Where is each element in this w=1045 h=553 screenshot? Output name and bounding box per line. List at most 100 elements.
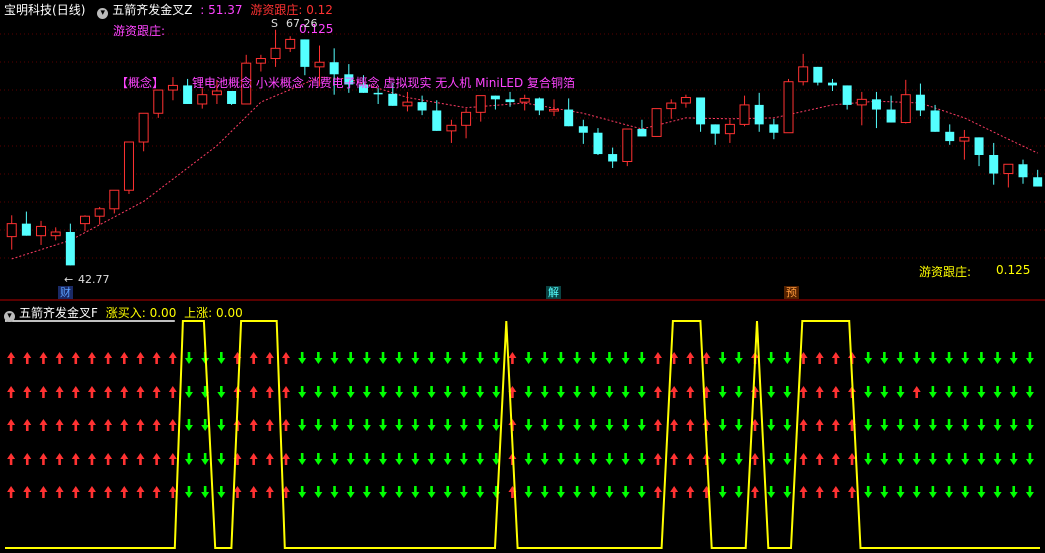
up-arrow-icon (265, 386, 274, 398)
up-arrow-icon (265, 419, 274, 431)
down-arrow-icon (718, 352, 727, 364)
candle-body-down (65, 231, 75, 266)
down-arrow-icon (864, 453, 873, 465)
down-arrow-icon (1025, 486, 1034, 498)
up-arrow-icon (799, 386, 808, 398)
down-arrow-icon (734, 386, 743, 398)
down-arrow-icon (443, 453, 452, 465)
down-arrow-icon (346, 352, 355, 364)
up-arrow-icon (249, 486, 258, 498)
down-arrow-icon (459, 386, 468, 398)
down-arrow-icon (896, 352, 905, 364)
down-arrow-icon (896, 419, 905, 431)
down-arrow-icon (896, 486, 905, 498)
down-arrow-icon (1009, 419, 1018, 431)
down-arrow-icon (411, 352, 420, 364)
candle-body-up (666, 102, 677, 110)
tag-finance[interactable]: 财 (58, 286, 73, 299)
up-arrow-icon (815, 453, 824, 465)
candle-body-up (211, 90, 222, 96)
down-arrow-icon (443, 419, 452, 431)
down-arrow-icon (411, 486, 420, 498)
down-arrow-icon (718, 386, 727, 398)
down-arrow-icon (945, 419, 954, 431)
down-arrow-icon (314, 386, 323, 398)
candle-body-down (754, 104, 764, 125)
up-arrow-icon (815, 352, 824, 364)
up-arrow-icon (7, 352, 16, 364)
chevron-down-icon[interactable]: ▾ (97, 8, 109, 19)
down-arrow-icon (379, 352, 388, 364)
sub-chart-header: ▾ 五箭齐发金叉F 涨买入: 0.00 上涨: 0.00 (4, 304, 247, 322)
candle-body-down (945, 131, 955, 142)
down-arrow-icon (912, 419, 921, 431)
candle-body-up (856, 98, 867, 106)
up-arrow-icon (136, 386, 145, 398)
down-arrow-icon (573, 352, 582, 364)
down-arrow-icon (880, 386, 889, 398)
down-arrow-icon (492, 486, 501, 498)
up-arrow-icon (152, 486, 161, 498)
down-arrow-icon (637, 419, 646, 431)
sub-indicator-name[interactable]: 五箭齐发金叉F (19, 306, 98, 320)
down-arrow-icon (492, 352, 501, 364)
up-arrow-icon (848, 453, 857, 465)
down-arrow-icon (912, 486, 921, 498)
up-arrow-icon (653, 352, 662, 364)
down-arrow-icon (217, 419, 226, 431)
candle-body-down (578, 126, 588, 133)
up-arrow-icon (831, 386, 840, 398)
tag-unlock[interactable]: 解 (546, 286, 561, 299)
down-arrow-icon (880, 419, 889, 431)
down-arrow-icon (217, 386, 226, 398)
down-arrow-icon (589, 386, 598, 398)
chevron-down-icon[interactable]: ▾ (4, 311, 15, 322)
down-arrow-icon (637, 486, 646, 498)
down-arrow-icon (427, 419, 436, 431)
down-arrow-icon (524, 419, 533, 431)
down-arrow-icon (476, 486, 485, 498)
down-arrow-icon (298, 419, 307, 431)
down-arrow-icon (524, 386, 533, 398)
down-arrow-icon (395, 386, 404, 398)
down-arrow-icon (589, 486, 598, 498)
down-arrow-icon (945, 486, 954, 498)
down-arrow-icon (346, 453, 355, 465)
up-arrow-icon (23, 352, 32, 364)
up-arrow-icon (750, 486, 759, 498)
down-arrow-icon (945, 386, 954, 398)
down-arrow-icon (184, 486, 193, 498)
main-indicator-name[interactable]: 五箭齐发金叉Z (112, 3, 192, 17)
candle-body-down (564, 109, 574, 127)
candle-body-down (989, 154, 999, 174)
down-arrow-icon (718, 486, 727, 498)
down-arrow-icon (1009, 453, 1018, 465)
candle-body-up (109, 189, 120, 210)
up-arrow-icon (104, 486, 113, 498)
down-arrow-icon (443, 352, 452, 364)
up-arrow-icon (282, 386, 291, 398)
down-arrow-icon (1009, 486, 1018, 498)
down-arrow-icon (379, 486, 388, 498)
tag-forecast[interactable]: 预 (784, 286, 799, 299)
down-arrow-icon (217, 453, 226, 465)
candle-body-up (94, 208, 105, 217)
up-arrow-icon (120, 419, 129, 431)
up-arrow-icon (136, 419, 145, 431)
up-arrow-icon (55, 453, 64, 465)
candle-body-down (1018, 164, 1028, 178)
down-arrow-icon (540, 486, 549, 498)
up-arrow-icon (136, 486, 145, 498)
up-arrow-icon (282, 453, 291, 465)
up-arrow-icon (653, 386, 662, 398)
down-arrow-icon (184, 419, 193, 431)
up-arrow-icon (71, 453, 80, 465)
down-arrow-icon (540, 352, 549, 364)
up-arrow-icon (7, 486, 16, 498)
candle-body-up (739, 104, 750, 125)
down-arrow-icon (621, 453, 630, 465)
up-arrow-icon (670, 419, 679, 431)
candle-body-up (1003, 163, 1014, 175)
down-arrow-icon (961, 386, 970, 398)
up-arrow-icon (87, 453, 96, 465)
